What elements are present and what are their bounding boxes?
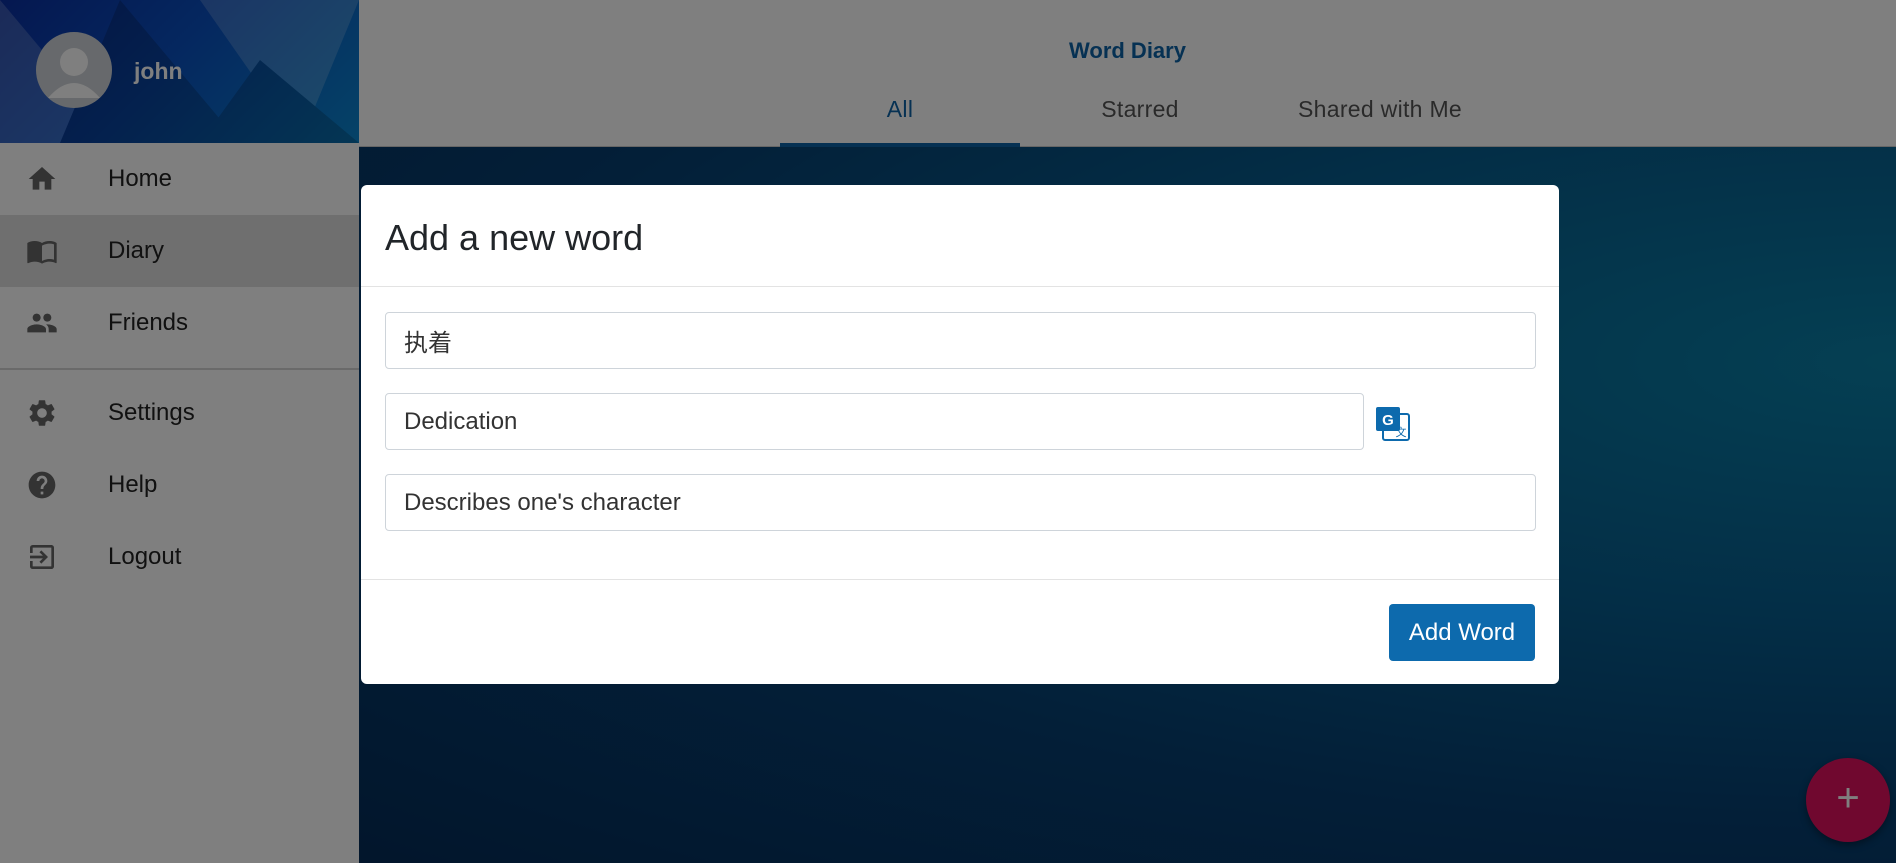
svg-text:文: 文	[1396, 425, 1407, 439]
google-translate-icon[interactable]: G 文	[1375, 406, 1411, 442]
dialog-footer: Add Word	[361, 579, 1559, 684]
translation-input[interactable]: Dedication	[385, 393, 1364, 450]
dialog-title: Add a new word	[385, 217, 644, 258]
note-input[interactable]: Describes one's character	[385, 474, 1536, 531]
word-input[interactable]: 执着	[385, 312, 1536, 369]
svg-text:G: G	[1382, 412, 1394, 429]
add-word-button[interactable]: Add Word	[1389, 604, 1535, 661]
dialog-header: Add a new word	[361, 185, 1559, 287]
add-word-dialog: Add a new word 执着 Dedication G 文 Describ…	[361, 185, 1559, 684]
